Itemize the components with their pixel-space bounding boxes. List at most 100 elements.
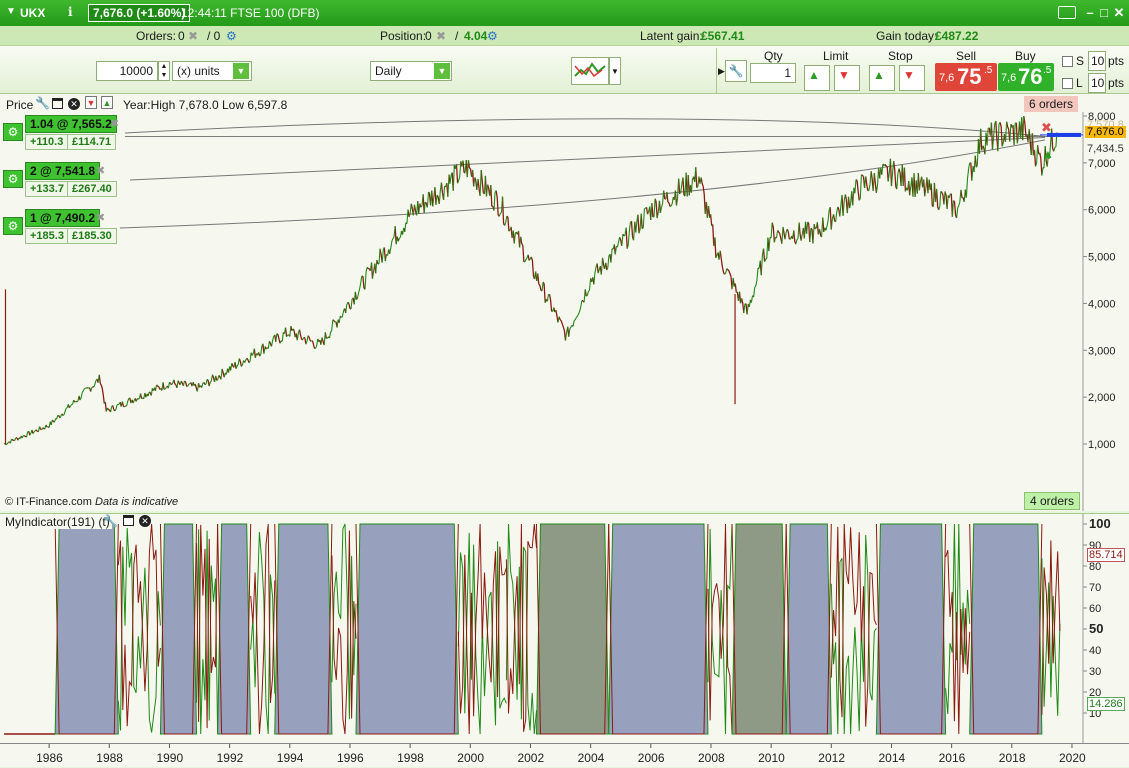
- position-gears-icon[interactable]: ⚙: [487, 29, 498, 43]
- limit-sell-button[interactable]: ▼: [834, 65, 860, 91]
- indicator-osc-green: [250, 532, 276, 735]
- price-panel-title: Price: [6, 98, 34, 112]
- wrench-icon[interactable]: 🔧: [35, 96, 50, 110]
- sell-marker-icon[interactable]: ✖: [1041, 120, 1052, 135]
- position-2-close-icon[interactable]: ✖: [96, 164, 105, 177]
- timeframe-dropdown-icon[interactable]: ▼: [434, 63, 450, 79]
- position-label: Position:: [380, 29, 427, 43]
- close-button[interactable]: ✕: [1111, 5, 1127, 21]
- x-tick-label: 1986: [36, 751, 63, 765]
- timeframe-select-value: Daily: [375, 64, 402, 78]
- quantity-value: 10000: [119, 64, 153, 78]
- title-bar: ▼ UKX i 7,676.0 (+1.60%) 12:44:11 FTSE 1…: [0, 0, 1129, 26]
- info-icon[interactable]: i: [68, 5, 80, 19]
- position-line[interactable]: [129, 136, 1046, 181]
- indicator-osc-red: [707, 523, 733, 735]
- collapse-arrow-icon[interactable]: ▶: [718, 66, 725, 77]
- maximize-button[interactable]: □: [1096, 5, 1112, 21]
- indicator-y-tick-label: 40: [1089, 645, 1101, 657]
- quantity-input[interactable]: 10000: [96, 61, 158, 81]
- y-tick-label: 1,000: [1088, 439, 1116, 451]
- limit-buy-button[interactable]: ▲: [804, 65, 830, 91]
- buy-frac-value: 5: [1045, 65, 1052, 76]
- orders-top-badge[interactable]: 6 orders: [1024, 96, 1079, 112]
- latent-gain-label: Latent gain:: [640, 29, 703, 43]
- latent-gain-value: £567.41: [701, 29, 745, 43]
- time-axis-ticks: 1986 1988 1990 1992 1994 1996 1998 2000 2002 2004…: [36, 744, 1086, 765]
- position-3-gear-icon[interactable]: ⚙: [3, 217, 23, 235]
- chevron-down-icon[interactable]: ▼: [6, 6, 16, 17]
- indicator-y-tick-label: 30: [1089, 666, 1101, 678]
- indicator-osc-green: [1041, 558, 1061, 716]
- indicator-close-icon[interactable]: ✕: [139, 515, 151, 527]
- indicator-y-tick-label: 100: [1089, 516, 1111, 531]
- position-2-gear-icon[interactable]: ⚙: [3, 170, 23, 188]
- indicator-area: [608, 523, 709, 735]
- account-info-bar: Orders: 0 ✖ / 0 ⚙ Position: 0 ✖ / 4.04 ⚙…: [0, 26, 1129, 46]
- time-axis[interactable]: 1986 1988 1990 1992 1994 1996 1998 2000 2002 2004…: [0, 743, 1129, 767]
- close-panel-icon[interactable]: ✕: [68, 98, 80, 110]
- position-2-tag[interactable]: 2 @ 7,541.8: [25, 162, 101, 180]
- indicator-y-tick-label: 80: [1089, 561, 1101, 573]
- position-separator: /: [455, 29, 459, 43]
- stop-sell-button[interactable]: ▼: [899, 65, 925, 91]
- buy-button[interactable]: 7,6 76 .5: [998, 63, 1054, 91]
- position-1-tag[interactable]: 1.04 @ 7,565.2: [25, 115, 117, 133]
- position-1-gear-icon[interactable]: ⚙: [3, 123, 23, 141]
- chart-style-dropdown[interactable]: ▼: [609, 57, 621, 85]
- x-tick-label: 2002: [517, 751, 544, 765]
- position-3-tag[interactable]: 1 @ 7,490.2: [25, 209, 101, 227]
- stop-checkbox-label: S: [1076, 54, 1085, 68]
- x-tick-label: 1988: [96, 751, 123, 765]
- qty-input[interactable]: 1: [750, 63, 796, 83]
- stop-points-input[interactable]: 10: [1088, 51, 1106, 71]
- position-line[interactable]: [124, 118, 1046, 137]
- position-line[interactable]: [119, 139, 1046, 229]
- position-3-gain: £185.30: [67, 228, 117, 244]
- gears-icon[interactable]: ⚙: [226, 29, 237, 43]
- sell-button[interactable]: 7,6 75 .5: [935, 63, 997, 91]
- cancel-orders-icon[interactable]: ✖: [188, 29, 198, 43]
- wrench-button[interactable]: 🔧: [725, 60, 747, 82]
- buy-arrow-icon[interactable]: ▲: [101, 96, 113, 109]
- stop-checkbox[interactable]: [1062, 56, 1073, 67]
- limit-points-input[interactable]: 10: [1088, 73, 1106, 93]
- indicator-osc-red: [250, 523, 276, 735]
- indicator-window-icon[interactable]: [123, 515, 134, 526]
- indicator-y-tick-label: 50: [1089, 621, 1103, 636]
- close-position-icon[interactable]: ✖: [436, 29, 446, 43]
- x-tick-label: 1994: [277, 751, 304, 765]
- sell-arrow-icon[interactable]: ▼: [85, 96, 97, 109]
- position-1-close-icon[interactable]: ✖: [110, 117, 119, 130]
- keyboard-icon[interactable]: [1058, 6, 1076, 19]
- limit-checkbox[interactable]: [1062, 78, 1073, 89]
- orders-separator: / 0: [207, 29, 221, 43]
- stop-buy-button[interactable]: ▲: [869, 65, 895, 91]
- position-2-gain: £267.40: [67, 181, 117, 197]
- indicator-panel[interactable]: 100 90 80 70 60 50 40 30 20 10 MyIndicator(191) (…: [0, 513, 1129, 744]
- position-3-close-icon[interactable]: ✖: [96, 211, 105, 224]
- window-icon[interactable]: [52, 98, 63, 109]
- x-tick-label: 1998: [397, 751, 424, 765]
- order-toolbar: 10000 ▲ ▼ (x) units ▼ Daily ▼ ▼ ▶ 🔧 Qty 1…: [0, 46, 1129, 94]
- quantity-stepper[interactable]: ▲ ▼: [158, 61, 170, 81]
- x-tick-label: 2000: [457, 751, 484, 765]
- indicator-wrench-icon[interactable]: 🔧: [103, 514, 118, 528]
- chart-style-button[interactable]: [571, 57, 609, 85]
- buy-marker-icon[interactable]: ▲: [1042, 147, 1054, 161]
- x-tick-label: 2018: [999, 751, 1026, 765]
- position-3-points: +185.3: [25, 228, 69, 244]
- indicator-area: [355, 523, 459, 735]
- units-dropdown-icon[interactable]: ▼: [233, 63, 249, 79]
- indicator-area: [159, 523, 198, 735]
- x-tick-label: 2014: [878, 751, 905, 765]
- x-tick-label: 2016: [939, 751, 966, 765]
- limit-buy-icon: ▲: [808, 68, 820, 82]
- level-price-label: 7,434.5: [1087, 143, 1124, 155]
- orders-bottom-badge[interactable]: 4 orders: [1024, 492, 1081, 510]
- x-tick-label: 2006: [638, 751, 665, 765]
- price-chart-panel[interactable]: 8,000 7,000 6,000 5,000 4,000 3,000 2,000 1,000…: [0, 94, 1129, 511]
- y-tick-label: 4,000: [1088, 298, 1116, 310]
- x-tick-label: 2004: [578, 751, 605, 765]
- orders-label: Orders:: [136, 29, 177, 43]
